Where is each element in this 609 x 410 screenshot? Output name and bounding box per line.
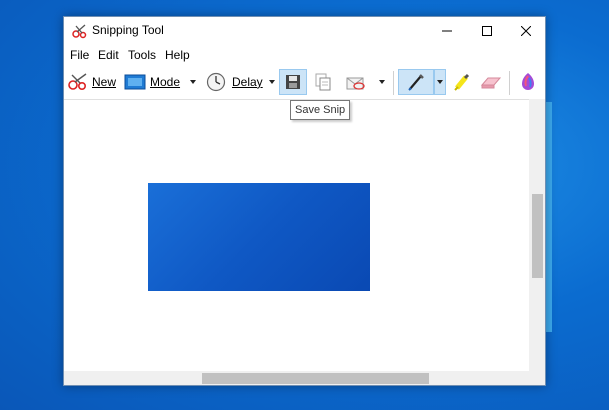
title-bar[interactable]: Snipping Tool bbox=[64, 17, 545, 45]
close-button[interactable] bbox=[506, 17, 546, 45]
minimize-icon bbox=[442, 30, 452, 32]
captured-snip-image bbox=[148, 183, 370, 291]
pen-button[interactable] bbox=[398, 69, 434, 95]
background-window-edge bbox=[546, 102, 552, 332]
paint3d-icon bbox=[522, 73, 534, 90]
vertical-scroll-thumb[interactable] bbox=[532, 194, 543, 278]
chevron-down-icon bbox=[379, 80, 385, 84]
save-disk-icon bbox=[286, 75, 300, 89]
menu-bar: File Edit Tools Help bbox=[64, 45, 545, 65]
highlighter-icon bbox=[454, 73, 470, 91]
horizontal-scroll-thumb[interactable] bbox=[202, 373, 429, 384]
toolbar-divider bbox=[509, 71, 510, 95]
close-icon bbox=[521, 26, 531, 36]
new-snip-scissors-icon bbox=[68, 73, 87, 91]
copy-button[interactable] bbox=[310, 69, 336, 95]
mode-dropdown[interactable] bbox=[188, 69, 198, 95]
new-label: New bbox=[92, 75, 117, 89]
toolbar-divider bbox=[393, 71, 394, 95]
minimize-button[interactable] bbox=[427, 17, 467, 45]
clock-icon bbox=[206, 72, 226, 92]
menu-edit[interactable]: Edit bbox=[98, 48, 119, 62]
copy-icon bbox=[315, 73, 331, 91]
mode-rectangle-icon bbox=[124, 74, 146, 90]
send-snip-dropdown[interactable] bbox=[377, 69, 387, 95]
mode-label: Mode bbox=[150, 75, 181, 89]
delay-dropdown[interactable] bbox=[267, 69, 277, 95]
menu-file[interactable]: File bbox=[70, 48, 89, 62]
save-snip-tooltip: Save Snip bbox=[290, 100, 351, 120]
scrollbar-corner bbox=[529, 371, 545, 385]
eraser-icon bbox=[480, 77, 502, 89]
maximize-button[interactable] bbox=[467, 17, 507, 45]
vertical-scrollbar[interactable] bbox=[529, 99, 545, 371]
send-snip-button[interactable] bbox=[343, 69, 369, 95]
snipping-tool-window: Snipping Tool File Edit Tools Help New M… bbox=[63, 16, 546, 386]
chevron-down-icon bbox=[437, 80, 443, 84]
delay-label: Delay bbox=[232, 75, 263, 89]
chevron-down-icon bbox=[190, 80, 196, 84]
chevron-down-icon bbox=[269, 80, 275, 84]
menu-tools[interactable]: Tools bbox=[128, 48, 156, 62]
paint3d-button[interactable] bbox=[516, 69, 540, 95]
pen-dropdown[interactable] bbox=[434, 69, 446, 95]
delay-button[interactable]: Delay bbox=[206, 69, 263, 95]
highlighter-button[interactable] bbox=[449, 69, 475, 95]
envelope-icon bbox=[346, 77, 365, 90]
scissors-icon bbox=[72, 24, 87, 39]
eraser-button[interactable] bbox=[478, 69, 504, 95]
window-title: Snipping Tool bbox=[92, 23, 164, 37]
toolbar: New Mode Delay bbox=[64, 65, 545, 99]
horizontal-scrollbar[interactable] bbox=[64, 371, 529, 385]
save-snip-button[interactable] bbox=[279, 69, 307, 95]
new-button[interactable]: New bbox=[67, 69, 116, 95]
pen-icon bbox=[408, 74, 424, 91]
maximize-icon bbox=[482, 26, 492, 36]
mode-button[interactable]: Mode bbox=[124, 69, 180, 95]
menu-help[interactable]: Help bbox=[165, 48, 190, 62]
